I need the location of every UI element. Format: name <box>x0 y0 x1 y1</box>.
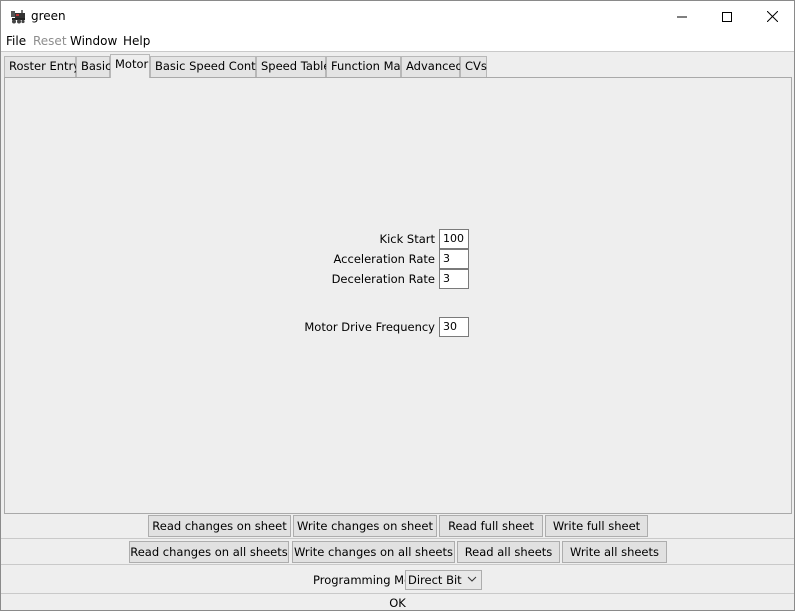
write-changes-on-sheet-button[interactable]: Write changes on sheet <box>293 515 437 537</box>
tab-motor[interactable]: Motor <box>110 54 150 78</box>
menu-file[interactable]: File <box>6 34 26 48</box>
acceleration-rate-label: Acceleration Rate <box>333 252 435 266</box>
acceleration-rate-field[interactable]: 3 <box>439 249 469 269</box>
menu-bar: File Reset Window Help <box>1 32 794 52</box>
tab-strip: Roster Entry Basic Motor Basic Speed Con… <box>1 53 794 78</box>
motor-panel: Kick Start 100 Acceleration Rate 3 Decel… <box>4 77 792 514</box>
write-full-sheet-button[interactable]: Write full sheet <box>545 515 648 537</box>
read-full-sheet-button[interactable]: Read full sheet <box>439 515 543 537</box>
status-bar: OK <box>389 596 406 610</box>
chevron-down-icon <box>467 576 477 582</box>
kick-start-label: Kick Start <box>379 232 435 246</box>
menu-reset[interactable]: Reset <box>33 34 67 48</box>
tab-function-map[interactable]: Function Map <box>326 56 408 77</box>
read-all-sheets-button[interactable]: Read all sheets <box>457 541 560 563</box>
main-window: green File Reset Window Help Roster Entr… <box>0 0 795 611</box>
kick-start-field[interactable]: 100 <box>439 229 469 249</box>
locomotive-icon <box>10 9 26 24</box>
motor-drive-frequency-label: Motor Drive Frequency <box>304 320 435 334</box>
title-bar: green <box>1 1 794 32</box>
tab-cvs[interactable]: CVs <box>460 56 487 77</box>
menu-window[interactable]: Window <box>70 34 117 48</box>
close-icon <box>766 11 778 22</box>
minimize-button[interactable] <box>659 1 705 32</box>
read-changes-on-all-sheets-button[interactable]: Read changes on all sheets <box>129 541 289 563</box>
maximize-icon <box>722 11 732 22</box>
write-all-sheets-button[interactable]: Write all sheets <box>562 541 667 563</box>
maximize-button[interactable] <box>704 1 750 32</box>
tab-roster-entry[interactable]: Roster Entry <box>4 56 80 77</box>
deceleration-rate-label: Deceleration Rate <box>331 272 435 286</box>
minimize-icon <box>677 16 687 17</box>
deceleration-rate-field[interactable]: 3 <box>439 269 469 289</box>
tab-basic[interactable]: Basic <box>76 56 111 77</box>
window-title: green <box>31 9 66 23</box>
close-button[interactable] <box>749 1 794 32</box>
programming-mode-value: Direct Bit <box>408 573 462 587</box>
motor-drive-frequency-field[interactable]: 30 <box>439 317 469 337</box>
tab-speed-table[interactable]: Speed Table <box>256 56 330 77</box>
menu-help[interactable]: Help <box>123 34 150 48</box>
tab-advanced[interactable]: Advanced <box>401 56 463 77</box>
write-changes-on-all-sheets-button[interactable]: Write changes on all sheets <box>292 541 455 563</box>
programming-mode-select[interactable]: Direct Bit <box>405 570 482 590</box>
read-changes-on-sheet-button[interactable]: Read changes on sheet <box>148 515 291 537</box>
tab-basic-speed-control[interactable]: Basic Speed Control <box>150 56 270 77</box>
separator <box>1 538 794 539</box>
separator <box>1 564 794 565</box>
